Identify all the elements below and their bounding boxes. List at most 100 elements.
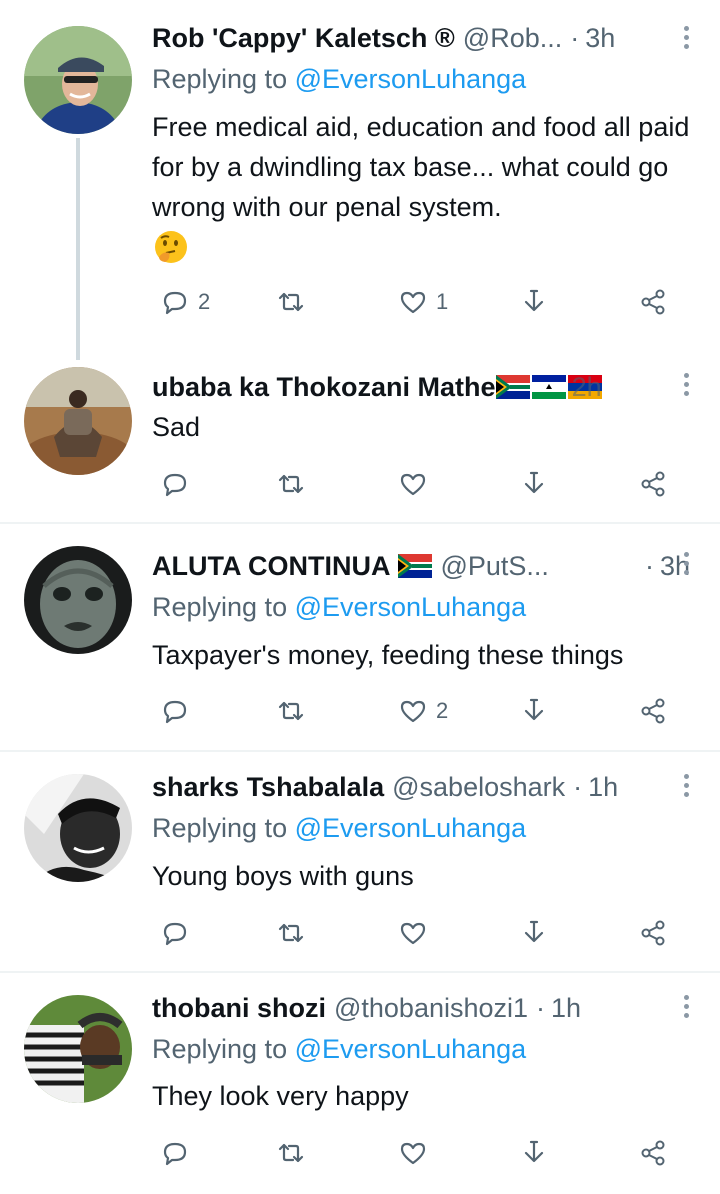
separator-dot: · <box>644 550 654 581</box>
retweet-icon <box>278 292 304 312</box>
like-count: 1 <box>436 289 449 314</box>
tweet-actions <box>152 913 692 953</box>
retweet-button[interactable] <box>276 913 314 953</box>
like-button[interactable] <box>398 913 436 953</box>
tweet-header: thobani shozi @thobanishozi1 · 1h <box>152 990 690 1026</box>
download-button[interactable] <box>519 913 549 953</box>
more-icon[interactable] <box>682 995 690 1025</box>
reply-button[interactable] <box>160 1133 198 1173</box>
lesotho-flag-icon <box>531 375 566 399</box>
reply-button[interactable] <box>160 691 198 731</box>
south-africa-flag-icon <box>495 375 530 399</box>
tweet-4[interactable]: sharks Tshabalala @sabeloshark · 1h Repl… <box>0 752 720 972</box>
tweet-actions: 2 <box>152 691 692 731</box>
download-button[interactable] <box>519 691 549 731</box>
username[interactable]: @PutS... <box>440 551 548 582</box>
download-icon <box>524 1140 544 1163</box>
tweet-text: They look very happy <box>152 1081 409 1111</box>
like-button[interactable] <box>398 464 436 504</box>
tweet-text: Young boys with guns <box>152 861 414 891</box>
username[interactable]: @Rob... <box>463 23 562 54</box>
like-button[interactable]: 2 <box>398 691 448 731</box>
more-icon[interactable] <box>682 774 690 804</box>
replying-to-label: Replying to <box>152 64 295 94</box>
share-button[interactable] <box>638 691 668 731</box>
tweet-2[interactable]: ubaba ka Thokozani Mathe 2h Sad <box>0 355 720 523</box>
replying-to: Replying to @EversonLuhanga <box>152 592 526 623</box>
username[interactable]: @sabeloshark <box>392 772 565 803</box>
share-icon <box>641 289 665 315</box>
share-icon <box>641 698 665 724</box>
more-icon[interactable] <box>682 552 690 582</box>
reply-button[interactable] <box>160 913 198 953</box>
reply-icon <box>163 473 187 497</box>
separator-dot: · <box>573 771 583 802</box>
download-icon <box>524 920 544 943</box>
share-button[interactable] <box>638 282 668 322</box>
tweet-text: Sad <box>152 412 201 442</box>
tweet-3[interactable]: ALUTA CONTINUA @PutS... · 3h Replying to… <box>0 524 720 750</box>
share-icon <box>641 920 665 946</box>
share-button[interactable] <box>638 913 668 953</box>
download-button[interactable] <box>519 1133 549 1173</box>
display-name[interactable]: sharks Tshabalala <box>152 772 384 803</box>
retweet-button[interactable] <box>276 464 314 504</box>
replying-to-label: Replying to <box>152 1034 295 1064</box>
download-icon <box>524 698 544 721</box>
avatar[interactable] <box>24 546 132 654</box>
share-button[interactable] <box>638 464 668 504</box>
retweet-icon <box>278 701 304 721</box>
more-icon[interactable] <box>682 373 690 403</box>
reply-button[interactable]: 2 <box>160 282 210 322</box>
share-icon <box>641 471 665 497</box>
tweet-actions <box>152 464 692 504</box>
timestamp[interactable]: 1h <box>588 772 618 803</box>
separator-dot: · <box>570 22 580 53</box>
timestamp[interactable]: 3h <box>585 23 615 54</box>
like-button[interactable]: 1 <box>398 282 448 322</box>
mention-link[interactable]: @EversonLuhanga <box>295 813 527 843</box>
reply-icon <box>163 1142 187 1166</box>
tweet-actions: 2 1 <box>152 282 692 322</box>
avatar[interactable] <box>24 995 132 1103</box>
mention-link[interactable]: @EversonLuhanga <box>295 1034 527 1064</box>
display-name[interactable]: thobani shozi <box>152 993 326 1024</box>
share-icon <box>641 1140 665 1166</box>
username[interactable]: @thobanishozi1 <box>334 993 528 1024</box>
retweet-button[interactable] <box>276 691 314 731</box>
timestamp[interactable]: 2h <box>572 372 602 403</box>
retweet-button[interactable] <box>276 1133 314 1173</box>
display-name[interactable]: ALUTA CONTINUA <box>152 551 390 582</box>
display-name[interactable]: Rob 'Cappy' Kaletsch ® <box>152 23 455 54</box>
download-button[interactable] <box>519 282 549 322</box>
replying-to: Replying to @EversonLuhanga <box>152 64 526 95</box>
like-icon <box>400 700 426 723</box>
like-icon <box>400 1142 426 1165</box>
mention-link[interactable]: @EversonLuhanga <box>295 592 527 622</box>
tweet-5[interactable]: thobani shozi @thobanishozi1 · 1h Replyi… <box>0 973 720 1194</box>
reply-button[interactable] <box>160 464 198 504</box>
tweet-1[interactable]: Rob 'Cappy' Kaletsch ® @Rob... · 3h Repl… <box>0 0 720 360</box>
like-button[interactable] <box>398 1133 436 1173</box>
share-button[interactable] <box>638 1133 668 1173</box>
retweet-icon <box>278 474 304 494</box>
thread-line <box>76 138 80 360</box>
download-button[interactable] <box>519 464 549 504</box>
mention-link[interactable]: @EversonLuhanga <box>295 64 527 94</box>
like-icon <box>400 473 426 496</box>
avatar[interactable] <box>24 26 132 134</box>
avatar[interactable] <box>24 367 132 475</box>
replying-to-label: Replying to <box>152 592 295 622</box>
display-name[interactable]: ubaba ka Thokozani Mathe <box>152 372 496 403</box>
separator-dot: · <box>536 992 546 1023</box>
thinking-face-icon <box>155 231 187 263</box>
tweet-header: ALUTA CONTINUA @PutS... · 3h <box>152 548 690 584</box>
more-icon[interactable] <box>682 26 690 56</box>
south-africa-flag-icon <box>398 554 433 578</box>
retweet-button[interactable] <box>276 282 314 322</box>
tweet-text: Free medical aid, education and food all… <box>152 112 690 222</box>
download-icon <box>524 471 544 494</box>
timestamp[interactable]: 1h <box>551 993 581 1024</box>
tweet-header: ubaba ka Thokozani Mathe 2h <box>152 369 690 405</box>
avatar[interactable] <box>24 774 132 882</box>
